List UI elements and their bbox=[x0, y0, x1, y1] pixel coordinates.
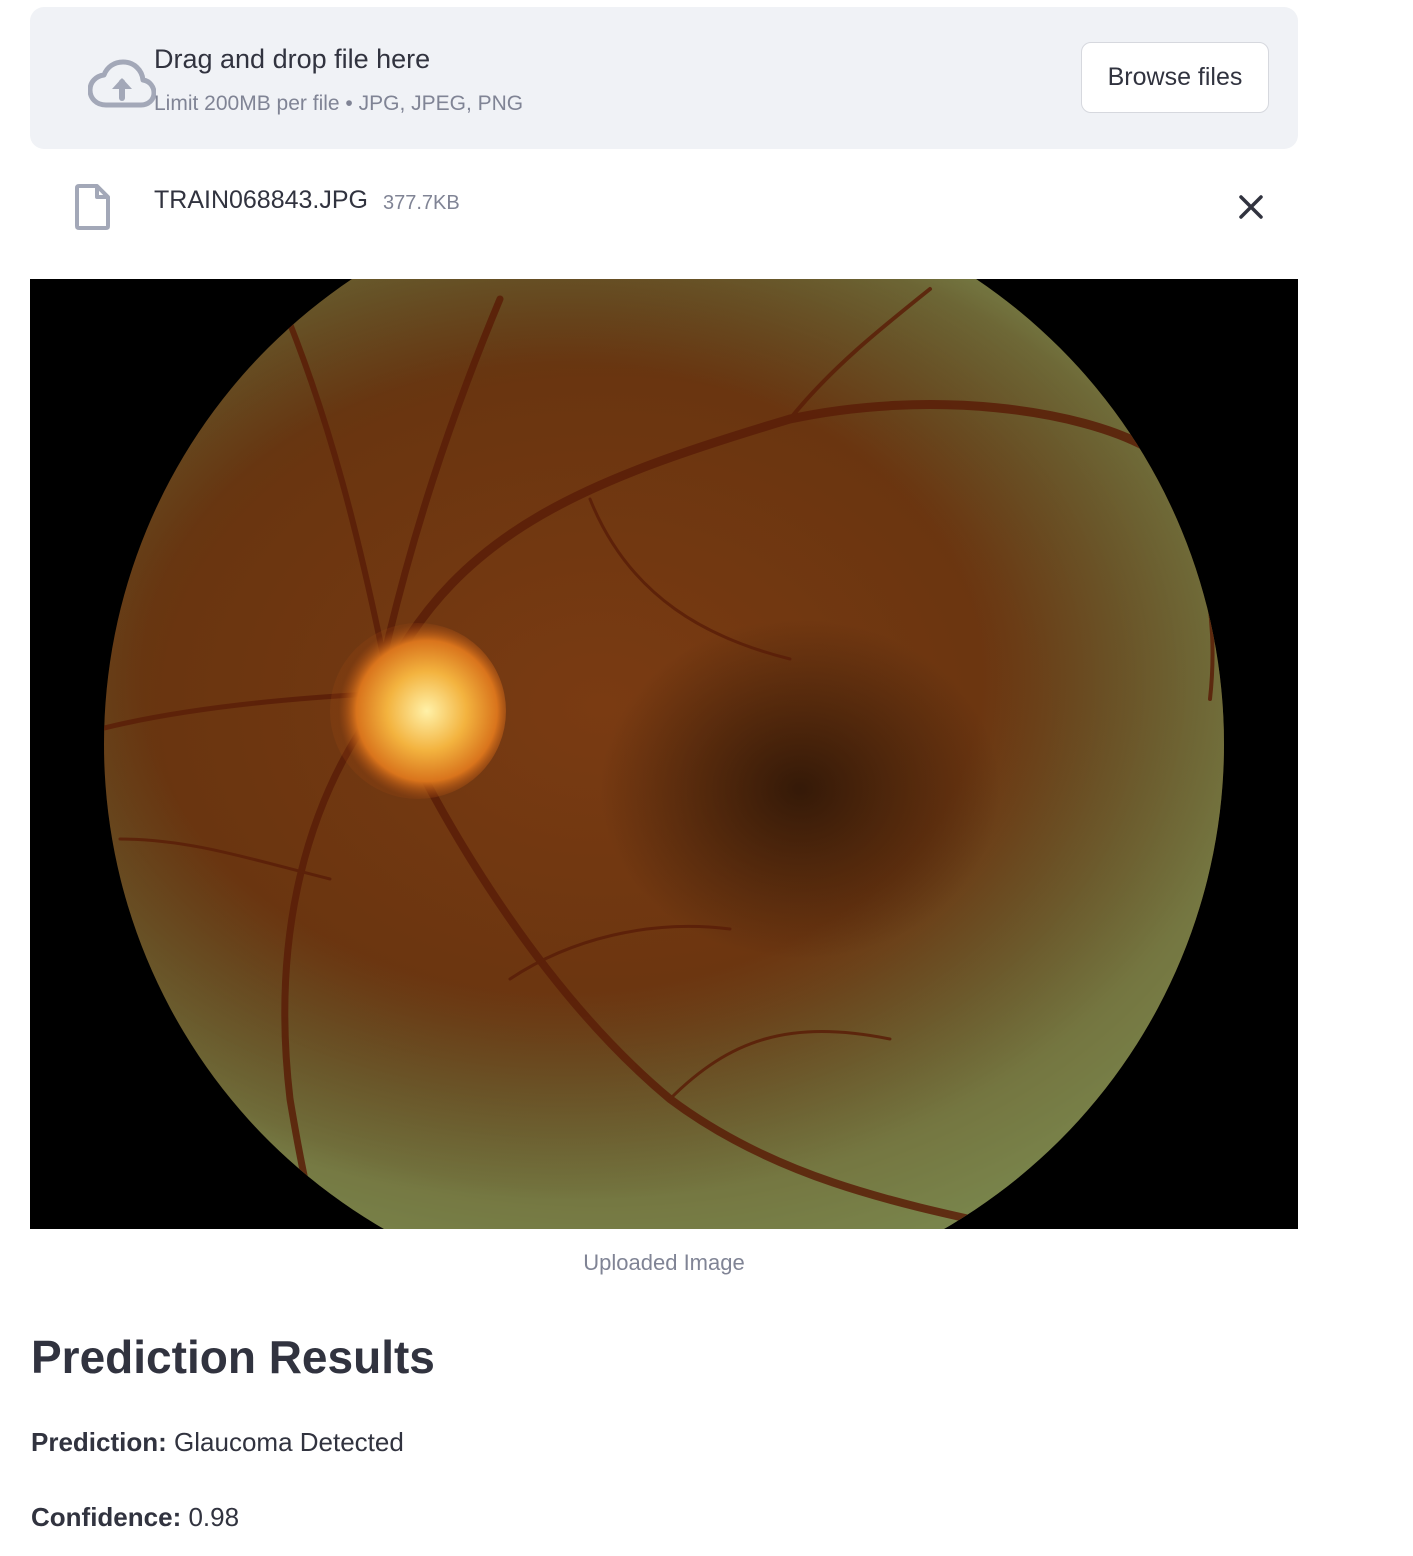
file-icon bbox=[74, 184, 110, 230]
prediction-value: Glaucoma Detected bbox=[174, 1427, 404, 1457]
dropzone-limit-text: Limit 200MB per file • JPG, JPEG, PNG bbox=[154, 92, 524, 115]
dropzone-title: Drag and drop file here bbox=[154, 44, 431, 74]
confidence-result: Confidence: 0.98 bbox=[31, 1502, 239, 1533]
prediction-result: Prediction: Glaucoma Detected bbox=[31, 1427, 404, 1458]
uploaded-retina-image bbox=[30, 279, 1298, 1229]
prediction-label: Prediction: bbox=[31, 1427, 167, 1457]
close-icon[interactable] bbox=[1234, 190, 1268, 224]
browse-files-button[interactable]: Browse files bbox=[1081, 42, 1269, 113]
results-heading: Prediction Results bbox=[31, 1331, 435, 1383]
file-size: 377.7KB bbox=[383, 192, 460, 214]
confidence-value: 0.98 bbox=[188, 1502, 240, 1532]
cloud-upload-icon bbox=[87, 59, 157, 111]
confidence-label: Confidence: bbox=[31, 1502, 182, 1532]
uploaded-file-row: TRAIN068843.JPG 377.7KB bbox=[30, 170, 1298, 245]
image-caption: Uploaded Image bbox=[583, 1250, 745, 1275]
file-name: TRAIN068843.JPG bbox=[154, 186, 368, 214]
file-uploader-dropzone[interactable]: Drag and drop file here Limit 200MB per … bbox=[30, 7, 1298, 149]
